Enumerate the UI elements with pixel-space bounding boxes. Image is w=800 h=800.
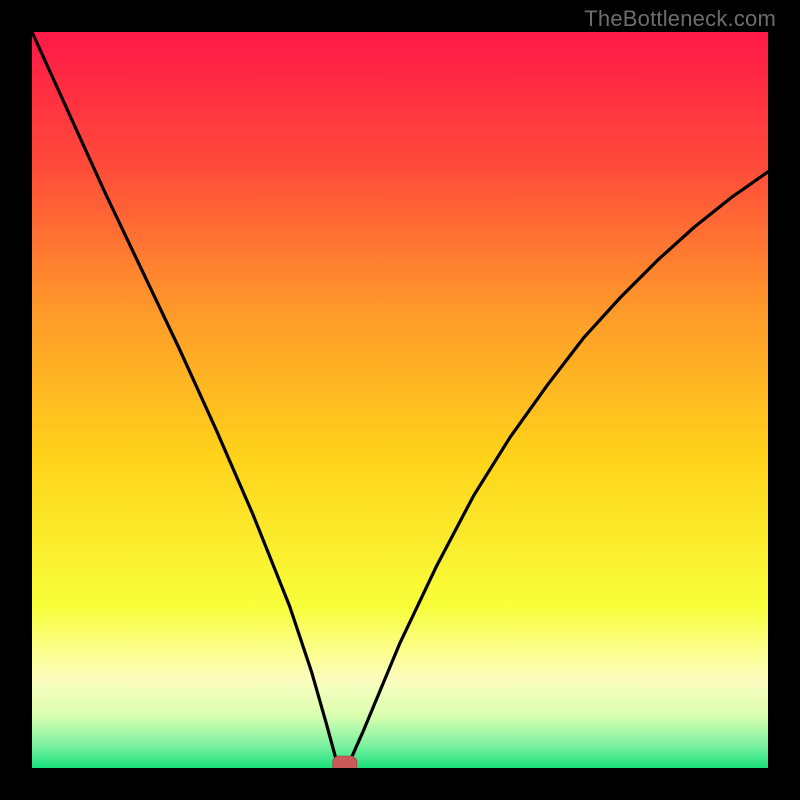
bottleneck-chart-svg	[32, 32, 768, 768]
chart-frame: TheBottleneck.com	[0, 0, 800, 800]
plot-area	[32, 32, 768, 768]
optimal-point-marker	[333, 756, 357, 768]
watermark-text: TheBottleneck.com	[584, 6, 776, 32]
gradient-background	[32, 32, 768, 768]
